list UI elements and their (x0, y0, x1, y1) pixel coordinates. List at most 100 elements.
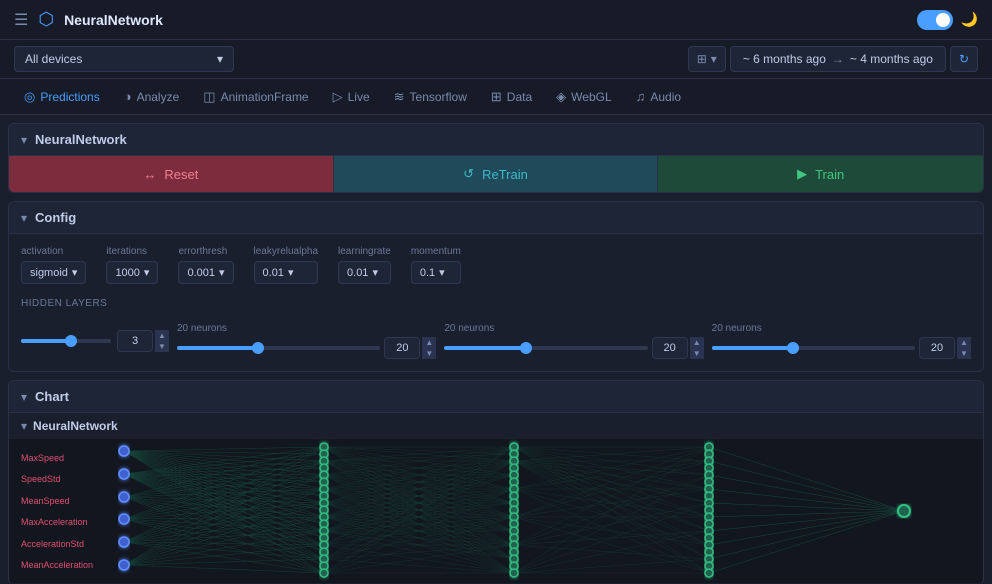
logo-icon: ⬡ (38, 9, 54, 30)
hamburger-icon[interactable]: ☰ (14, 10, 28, 30)
learningrate-select[interactable]: 0.01 ▾ (338, 261, 391, 284)
tab-animationframe-label: AnimationFrame (221, 90, 309, 104)
activation-select[interactable]: sigmoid ▾ (21, 261, 86, 284)
tab-webgl-label: WebGL (571, 90, 611, 104)
moon-icon: 🌙 (961, 11, 978, 28)
date-arrow-icon: → (832, 52, 844, 66)
config-section: ▾ Config activation sigmoid ▾ iterations… (8, 201, 984, 372)
calendar-button[interactable]: ⊞ ▾ (688, 46, 726, 72)
device-select[interactable]: All devices ▾ (14, 46, 234, 72)
stepper-up[interactable]: ▲ (422, 337, 436, 348)
layer2-slider[interactable] (444, 346, 647, 350)
tab-webgl[interactable]: ◈ WebGL (546, 83, 621, 111)
content: ▾ NeuralNetwork ↔ Reset ↺ ReTrain ▶ Trai… (0, 115, 992, 583)
layer-count-slider[interactable] (21, 339, 111, 343)
stepper-down[interactable]: ▼ (422, 348, 436, 359)
iterations-select[interactable]: 1000 ▾ (106, 261, 158, 284)
param-learningrate: learningRate 0.01 ▾ (338, 246, 391, 284)
iterations-label: iterations (106, 246, 158, 257)
momentum-select[interactable]: 0.1 ▾ (411, 261, 461, 284)
param-momentum: momentum 0.1 ▾ (411, 246, 461, 284)
chevron-down-icon: ▾ (288, 266, 294, 279)
live-icon: ▷ (333, 89, 343, 105)
momentum-label: momentum (411, 246, 461, 257)
layer1-value: 20 (384, 337, 420, 359)
layer3-stepper[interactable]: ▲ ▼ (957, 337, 971, 359)
config-params: activation sigmoid ▾ iterations 1000 ▾ e… (21, 246, 971, 284)
param-iterations: iterations 1000 ▾ (106, 246, 158, 284)
layer1-slider[interactable] (177, 346, 380, 350)
neural-network-section-header[interactable]: ▾ NeuralNetwork (9, 124, 983, 156)
refresh-button[interactable]: ↻ (950, 46, 978, 72)
calendar-icon: ⊞ (697, 52, 707, 66)
train-icon: ▶ (797, 166, 807, 182)
analyze-icon: ◑ (124, 89, 132, 104)
tab-predictions-label: Predictions (40, 90, 99, 104)
header-left: ☰ ⬡ NeuralNetwork (14, 9, 163, 30)
audio-icon: ♫ (636, 89, 646, 104)
webgl-icon: ◈ (556, 89, 566, 105)
errorthresh-select[interactable]: 0.001 ▾ (178, 261, 233, 284)
chevron-down-icon: ▾ (219, 266, 225, 279)
stepper-up[interactable]: ▲ (155, 330, 169, 341)
stepper-down[interactable]: ▼ (690, 348, 704, 359)
stepper-up[interactable]: ▲ (690, 337, 704, 348)
stepper-up[interactable]: ▲ (957, 337, 971, 348)
tab-audio[interactable]: ♫ Audio (626, 83, 691, 110)
theme-toggle[interactable] (917, 10, 953, 30)
tab-animationframe[interactable]: ◫ AnimationFrame (193, 83, 318, 111)
param-activation: activation sigmoid ▾ (21, 246, 86, 284)
retrain-icon: ↺ (463, 166, 474, 182)
leakyrelualpha-label: leakyReluAlpha (254, 246, 319, 257)
layer-count-stepper[interactable]: ▲ ▼ (155, 330, 169, 352)
hidden-layers-label: HIDDEN LAYERS (21, 298, 107, 309)
tab-predictions[interactable]: ◎ Predictions (14, 83, 110, 111)
layer1-stepper[interactable]: ▲ ▼ (422, 337, 436, 359)
nn-svg (9, 439, 983, 583)
learningrate-label: learningRate (338, 246, 391, 257)
chevron-down-icon: ▾ (217, 52, 223, 66)
tab-tensorflow-label: Tensorflow (410, 90, 467, 104)
train-label: Train (815, 167, 844, 182)
stepper-down[interactable]: ▼ (155, 341, 169, 352)
chart-section-header[interactable]: ▾ Chart (9, 381, 983, 413)
tab-live[interactable]: ▷ Live (323, 83, 380, 111)
layer2-value: 20 (652, 337, 688, 359)
header: ☰ ⬡ NeuralNetwork 🌙 (0, 0, 992, 40)
date-from: ~ 6 months ago (743, 52, 826, 66)
retrain-button[interactable]: ↺ ReTrain (334, 156, 659, 192)
reset-label: Reset (164, 167, 198, 182)
layer3-value: 20 (919, 337, 955, 359)
predictions-icon: ◎ (24, 89, 35, 105)
nn-subsection-header[interactable]: ▾ NeuralNetwork (9, 413, 983, 439)
chevron-down-icon: ▾ (439, 266, 445, 279)
animationframe-icon: ◫ (203, 89, 215, 105)
hidden-layers: HIDDEN LAYERS 3 ▲ ▼ (21, 298, 971, 359)
chevron-down-icon: ▾ (711, 52, 717, 66)
train-button[interactable]: ▶ Train (658, 156, 983, 192)
tab-data-label: Data (507, 90, 532, 104)
leakyrelualpha-select[interactable]: 0.01 ▾ (254, 261, 319, 284)
stepper-down[interactable]: ▼ (957, 348, 971, 359)
chevron-down-icon: ▾ (21, 211, 27, 225)
chart-section: ▾ Chart ▾ NeuralNetwork MaxSpeed SpeedSt… (8, 380, 984, 583)
layer2-stepper[interactable]: ▲ ▼ (690, 337, 704, 359)
app-title: NeuralNetwork (64, 12, 163, 28)
config-section-header[interactable]: ▾ Config (9, 202, 983, 234)
chevron-down-icon: ▾ (21, 133, 27, 147)
reset-button[interactable]: ↔ Reset (9, 156, 334, 192)
tab-analyze[interactable]: ◑ Analyze (114, 83, 190, 110)
tab-data[interactable]: ⊞ Data (481, 83, 542, 111)
tensorflow-icon: ≋ (394, 89, 405, 105)
chevron-down-icon: ▾ (21, 390, 27, 404)
param-leakyreluaplha: leakyReluAlpha 0.01 ▾ (254, 246, 319, 284)
chevron-down-icon: ▾ (72, 266, 78, 279)
layer3-slider[interactable] (712, 346, 915, 350)
layer2-neurons-label: 20 neurons (444, 323, 703, 334)
data-icon: ⊞ (491, 89, 502, 105)
tab-tensorflow[interactable]: ≋ Tensorflow (384, 83, 477, 111)
neural-network-canvas: MaxSpeed SpeedStd MeanSpeed MaxAccelerat… (9, 439, 983, 583)
date-range: ⊞ ▾ ~ 6 months ago → ~ 4 months ago ↻ (688, 46, 978, 72)
layers-row: 3 ▲ ▼ 20 neurons (21, 323, 971, 359)
config-body: activation sigmoid ▾ iterations 1000 ▾ e… (9, 234, 983, 371)
